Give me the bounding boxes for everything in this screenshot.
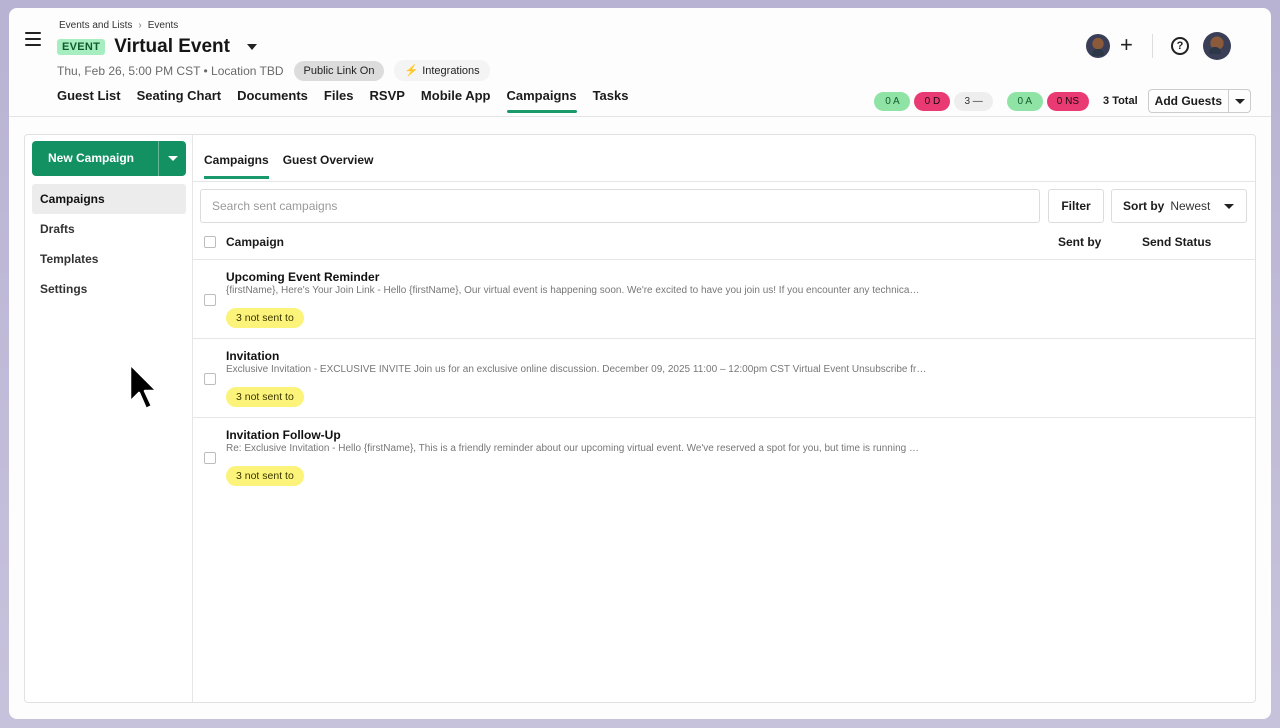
campaign-preview: Re: Exclusive Invitation - Hello {firstN…	[226, 443, 919, 454]
event-datetime-location: Thu, Feb 26, 5:00 PM CST • Location TBD	[57, 63, 284, 78]
filter-button[interactable]: Filter	[1048, 189, 1104, 223]
stat-total: 3 Total	[1103, 95, 1138, 107]
new-campaign-label[interactable]: New Campaign	[32, 141, 158, 176]
campaign-name[interactable]: Upcoming Event Reminder	[226, 270, 379, 284]
add-guests-label[interactable]: Add Guests	[1149, 90, 1228, 112]
sidebar-item-templates[interactable]: Templates	[32, 244, 186, 274]
stat-pending[interactable]: 3 —	[954, 91, 993, 111]
public-link-pill[interactable]: Public Link On	[293, 60, 385, 81]
breadcrumb: Events and Lists › Events	[59, 20, 178, 31]
sort-label: Sort by	[1123, 199, 1165, 213]
campaigns-panel: New Campaign Campaigns Drafts Templates …	[24, 134, 1256, 703]
tab-files[interactable]: Files	[324, 88, 354, 113]
status-badge: 3 not sent to	[226, 387, 304, 407]
new-campaign-dropdown[interactable]	[158, 141, 186, 176]
integrations-pill[interactable]: ⚡ Integrations	[394, 60, 490, 81]
plus-icon[interactable]: +	[1120, 34, 1133, 56]
breadcrumb-current[interactable]: Events	[148, 20, 179, 31]
user-avatar[interactable]	[1203, 32, 1231, 60]
stat-declined[interactable]: 0 D	[914, 91, 951, 111]
sub-tabs: Campaigns Guest Overview	[204, 153, 373, 179]
chevron-down-icon	[1224, 203, 1234, 209]
tab-documents[interactable]: Documents	[237, 88, 308, 113]
sidebar: New Campaign Campaigns Drafts Templates …	[25, 135, 193, 702]
event-meta-row: Thu, Feb 26, 5:00 PM CST • Location TBD …	[57, 60, 490, 81]
header-divider	[1152, 34, 1153, 58]
stat-attending[interactable]: 0 A	[874, 91, 911, 111]
campaign-name[interactable]: Invitation Follow-Up	[226, 428, 341, 442]
row-checkbox[interactable]	[204, 452, 216, 464]
table-row[interactable]: Invitation Exclusive Invitation - EXCLUS…	[193, 339, 1255, 418]
chevron-down-icon	[167, 156, 178, 161]
campaign-name[interactable]: Invitation	[226, 349, 279, 363]
stat-no-show[interactable]: 0 NS	[1046, 91, 1090, 111]
campaigns-content: Campaigns Guest Overview Filter Sort by …	[193, 135, 1255, 702]
campaign-preview: {firstName}, Here's Your Join Link - Hel…	[226, 285, 920, 296]
sidebar-item-settings[interactable]: Settings	[32, 274, 186, 304]
bolt-icon: ⚡	[404, 65, 419, 77]
sort-value: Newest	[1170, 199, 1211, 213]
tab-mobile-app[interactable]: Mobile App	[421, 88, 491, 113]
app-window: Events and Lists › Events EVENT Virtual …	[9, 8, 1271, 719]
sort-dropdown[interactable]: Sort by Newest	[1111, 189, 1247, 223]
tab-seating-chart[interactable]: Seating Chart	[137, 88, 222, 113]
header-send-status[interactable]: Send Status	[1142, 235, 1211, 249]
chevron-down-icon	[1234, 98, 1245, 104]
collaborator-avatar[interactable]	[1086, 34, 1110, 58]
sub-tabs-divider	[193, 181, 1255, 182]
add-guests-button: Add Guests	[1147, 89, 1251, 113]
subtab-guest-overview[interactable]: Guest Overview	[283, 153, 374, 179]
sidebar-item-drafts[interactable]: Drafts	[32, 214, 186, 244]
header-campaign[interactable]: Campaign	[226, 235, 284, 249]
header-sent-by[interactable]: Sent by	[1058, 235, 1101, 249]
row-checkbox[interactable]	[204, 373, 216, 385]
table-row[interactable]: Invitation Follow-Up Re: Exclusive Invit…	[193, 418, 1255, 497]
stat-attending-2[interactable]: 0 A	[1006, 91, 1043, 111]
mouse-pointer	[128, 362, 159, 411]
breadcrumb-parent[interactable]: Events and Lists	[59, 20, 132, 31]
status-badge: 3 not sent to	[226, 308, 304, 328]
nav-tabs: Guest List Seating Chart Documents Files…	[57, 88, 628, 113]
header-divider-line	[9, 116, 1271, 117]
event-title-row: EVENT Virtual Event	[57, 36, 257, 58]
table-row[interactable]: Upcoming Event Reminder {firstName}, Her…	[193, 260, 1255, 339]
subtab-campaigns[interactable]: Campaigns	[204, 153, 269, 179]
add-guests-dropdown[interactable]	[1228, 90, 1250, 112]
guest-stats: 0 A 0 D 3 — 0 A 0 NS 3 Total Add Guests	[874, 89, 1251, 113]
tab-rsvp[interactable]: RSVP	[370, 88, 405, 113]
event-badge: EVENT	[57, 39, 106, 55]
tab-guest-list[interactable]: Guest List	[57, 88, 121, 113]
status-badge: 3 not sent to	[226, 466, 304, 486]
row-checkbox[interactable]	[204, 294, 216, 306]
select-all-checkbox[interactable]	[204, 236, 216, 248]
campaign-preview: Exclusive Invitation - EXCLUSIVE INVITE …	[226, 364, 927, 375]
tab-tasks[interactable]: Tasks	[593, 88, 629, 113]
page-title: Virtual Event	[114, 36, 230, 57]
chevron-down-icon[interactable]	[247, 44, 257, 50]
new-campaign-button: New Campaign	[32, 141, 186, 176]
breadcrumb-separator: ›	[138, 20, 142, 31]
integrations-label: Integrations	[422, 64, 480, 77]
hamburger-menu-icon[interactable]	[25, 32, 41, 46]
help-icon[interactable]: ?	[1171, 37, 1189, 55]
sidebar-item-campaigns[interactable]: Campaigns	[32, 184, 186, 214]
search-input[interactable]	[200, 189, 1040, 223]
tab-campaigns[interactable]: Campaigns	[506, 88, 577, 113]
